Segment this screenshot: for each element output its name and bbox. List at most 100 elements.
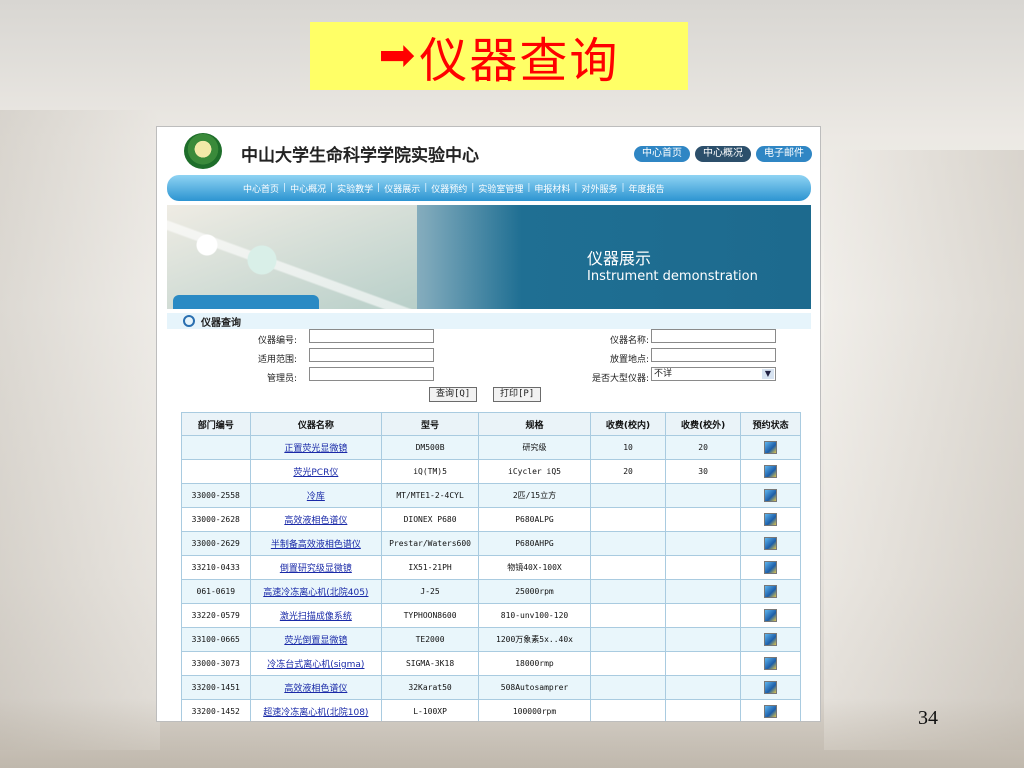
instrument-name-link[interactable]: 超速冷冻离心机(北院108) bbox=[249, 699, 383, 721]
table-cell bbox=[665, 603, 742, 628]
table-row: 33200-1452 超速冷冻离心机(北院108) L-100XP 100000rpm bbox=[181, 699, 801, 721]
booking-status-icon[interactable] bbox=[764, 657, 778, 670]
instrument-name-link[interactable]: 倒置研究级显微镜 bbox=[249, 555, 383, 580]
booking-status-icon[interactable] bbox=[764, 441, 778, 454]
table-cell: 100000rpm bbox=[477, 699, 592, 721]
table-cell: 10 bbox=[590, 435, 667, 460]
nav-item-materials[interactable]: 申报材料 bbox=[534, 182, 570, 195]
instrument-name-link[interactable]: 高速冷冻离心机(北院405) bbox=[249, 579, 383, 604]
table-row: 33000-2629 半制备高效液相色谱仪 Prestar/Waters600 P68… bbox=[181, 531, 801, 556]
booking-status-icon[interactable] bbox=[764, 681, 778, 694]
nav-item-booking[interactable]: 仪器预约 bbox=[431, 182, 467, 195]
scope-input[interactable] bbox=[309, 348, 434, 362]
table-cell: iQ(TM)5 bbox=[381, 459, 479, 484]
search-section-header: 仪器查询 bbox=[167, 313, 811, 329]
table-cell: 33210-0433 bbox=[181, 555, 251, 580]
page-banner: 仪器展示 Instrument demonstration bbox=[167, 205, 811, 309]
table-cell bbox=[665, 483, 742, 508]
site-title: 中山大学生命科学学院实验中心 bbox=[241, 146, 479, 166]
banner-tab bbox=[173, 295, 319, 309]
table-cell: 33000-2628 bbox=[181, 507, 251, 532]
col-dept-no: 部门编号 bbox=[181, 412, 251, 436]
col-model: 型号 bbox=[381, 412, 479, 436]
booking-cell bbox=[740, 675, 801, 700]
table-cell bbox=[665, 555, 742, 580]
table-cell: 061-0619 bbox=[181, 579, 251, 604]
nav-separator: | bbox=[424, 183, 428, 193]
table-cell bbox=[665, 531, 742, 556]
university-logo-icon bbox=[184, 133, 222, 169]
instrument-name-link[interactable]: 冷冻台式离心机(sigma) bbox=[249, 651, 383, 676]
table-cell: SIGMA-3K18 bbox=[381, 651, 479, 676]
nav-item-teaching[interactable]: 实验教学 bbox=[337, 182, 373, 195]
table-cell: 30 bbox=[665, 459, 742, 484]
chevron-down-icon[interactable]: ▼ bbox=[762, 369, 774, 379]
booking-status-icon[interactable] bbox=[764, 489, 778, 502]
table-cell: TE2000 bbox=[381, 627, 479, 652]
nav-separator: | bbox=[527, 183, 531, 193]
nav-item-services[interactable]: 对外服务 bbox=[581, 182, 617, 195]
table-cell: 508Autosamprer bbox=[477, 675, 592, 700]
banner-lab-image bbox=[167, 205, 417, 309]
table-body: 正置荧光显微镜 DM500B 研究级 10 20 荧光PCR仪 iQ(TM)5 iCycler… bbox=[181, 435, 801, 721]
instrument-name-link[interactable]: 正置荧光显微镜 bbox=[249, 435, 383, 460]
table-header-row: 部门编号 仪器名称 型号 规格 收费(校内) 收费(校外) 预约状态 bbox=[181, 412, 801, 436]
instrument-name-link[interactable]: 高效液相色谱仪 bbox=[249, 675, 383, 700]
table-cell: 33200-1451 bbox=[181, 675, 251, 700]
instrument-name-link[interactable]: 半制备高效液相色谱仪 bbox=[249, 531, 383, 556]
table-cell bbox=[590, 603, 667, 628]
table-cell: 33000-3073 bbox=[181, 651, 251, 676]
booking-status-icon[interactable] bbox=[764, 585, 778, 598]
instrument-name-link[interactable]: 荧光倒置显微镜 bbox=[249, 627, 383, 652]
instrument-name-input[interactable] bbox=[651, 329, 776, 343]
nav-item-lab-management[interactable]: 实验室管理 bbox=[478, 182, 523, 195]
large-instrument-value: 不详 bbox=[654, 369, 673, 379]
instrument-name-link[interactable]: 高效液相色谱仪 bbox=[249, 507, 383, 532]
nav-item-home[interactable]: 中心首页 bbox=[243, 182, 279, 195]
table-cell: 18000rmp bbox=[477, 651, 592, 676]
table-cell: P680AHPG bbox=[477, 531, 592, 556]
location-input[interactable] bbox=[651, 348, 776, 362]
table-cell bbox=[665, 579, 742, 604]
booking-cell bbox=[740, 435, 801, 460]
toplink-email[interactable]: 电子邮件 bbox=[756, 146, 812, 162]
banner-title-en: Instrument demonstration bbox=[587, 269, 758, 284]
table-cell bbox=[181, 459, 251, 484]
booking-status-icon[interactable] bbox=[764, 561, 778, 574]
instrument-name-link[interactable]: 荧光PCR仪 bbox=[249, 459, 383, 484]
instrument-no-input[interactable] bbox=[309, 329, 434, 343]
large-instrument-select[interactable]: 不详 ▼ bbox=[651, 367, 776, 381]
print-button[interactable]: 打印[P] bbox=[493, 387, 542, 402]
booking-cell bbox=[740, 603, 801, 628]
instrument-name-link[interactable]: 激光扫描成像系统 bbox=[249, 603, 383, 628]
instrument-name-link[interactable]: 冷库 bbox=[249, 483, 383, 508]
booking-status-icon[interactable] bbox=[764, 633, 778, 646]
table-cell: 33000-2558 bbox=[181, 483, 251, 508]
label-manager: 管理员: bbox=[266, 374, 297, 384]
nav-item-instruments[interactable]: 仪器展示 bbox=[384, 182, 420, 195]
toplink-overview[interactable]: 中心概况 bbox=[695, 146, 751, 162]
booking-status-icon[interactable] bbox=[764, 705, 778, 718]
booking-cell bbox=[740, 531, 801, 556]
table-cell: iCycler iQ5 bbox=[477, 459, 592, 484]
booking-status-icon[interactable] bbox=[764, 513, 778, 526]
manager-input[interactable] bbox=[309, 367, 434, 381]
booking-status-icon[interactable] bbox=[764, 609, 778, 622]
booking-status-icon[interactable] bbox=[764, 537, 778, 550]
table-cell bbox=[590, 651, 667, 676]
label-instrument-no: 仪器编号: bbox=[257, 336, 297, 346]
main-nav: 中心首页 | 中心概况 | 实验教学 | 仪器展示 | 仪器预约 | 实验室管理 | 申报材… bbox=[167, 175, 811, 201]
table-row: 33210-0433 倒置研究级显微镜 IX51-21PH 物镜40X-100X bbox=[181, 555, 801, 580]
booking-cell bbox=[740, 459, 801, 484]
label-large-instrument: 是否大型仪器: bbox=[591, 374, 649, 384]
table-row: 正置荧光显微镜 DM500B 研究级 10 20 bbox=[181, 435, 801, 460]
background-building-left bbox=[0, 110, 160, 750]
table-cell: IX51-21PH bbox=[381, 555, 479, 580]
booking-status-icon[interactable] bbox=[764, 465, 778, 478]
toplink-home[interactable]: 中心首页 bbox=[634, 146, 690, 162]
nav-item-annual-report[interactable]: 年度报告 bbox=[629, 182, 665, 195]
nav-item-overview[interactable]: 中心概况 bbox=[290, 182, 326, 195]
booking-cell bbox=[740, 507, 801, 532]
table-cell: 20 bbox=[665, 435, 742, 460]
query-button[interactable]: 查询[Q] bbox=[429, 387, 478, 402]
